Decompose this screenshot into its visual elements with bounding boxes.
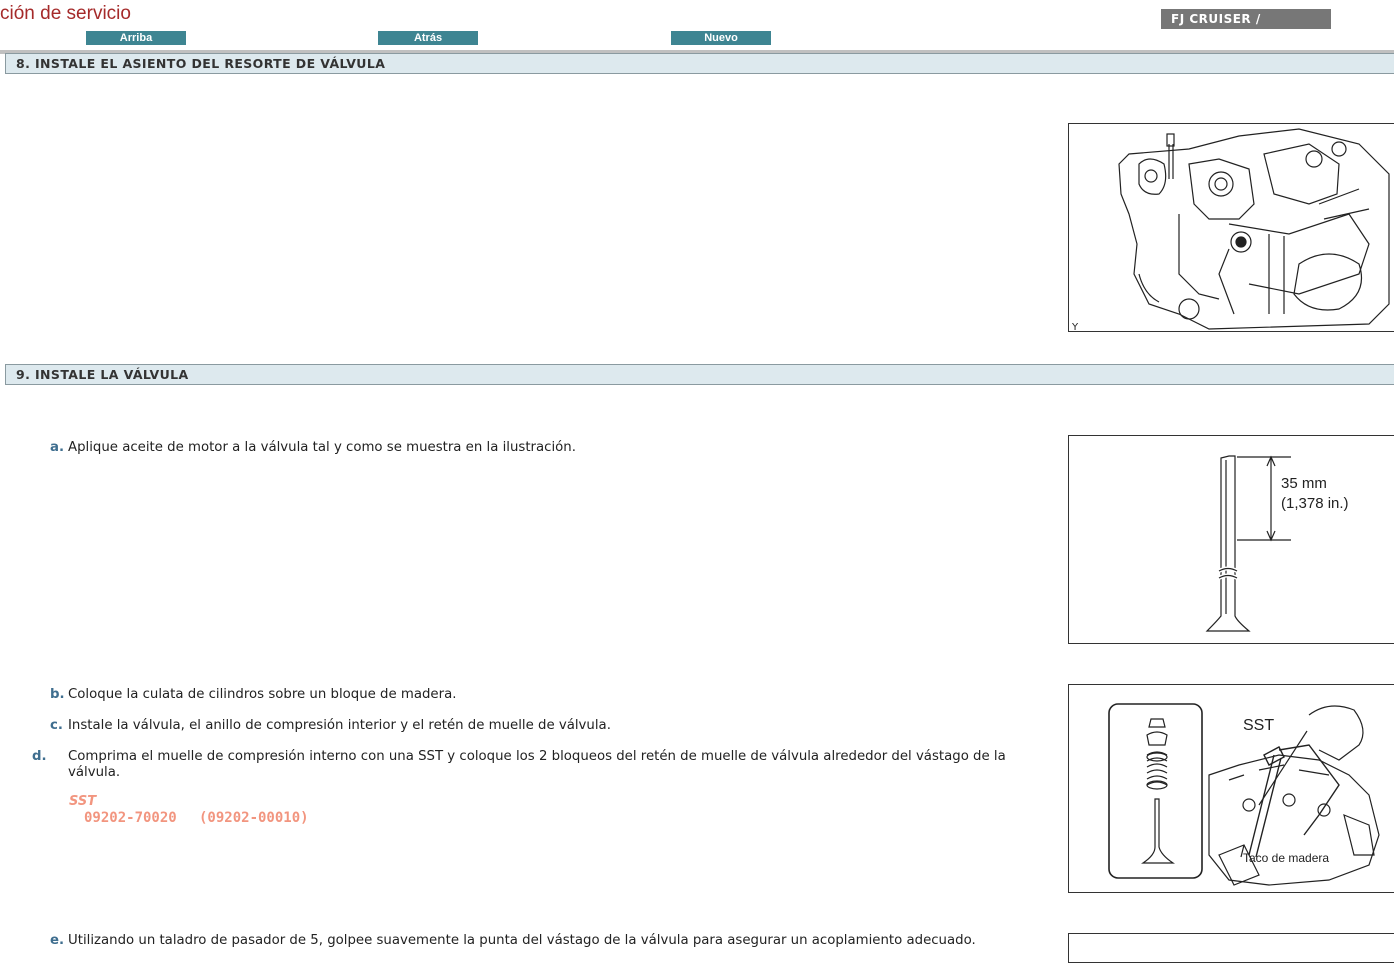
model-badge: FJ CRUISER / — [1161, 9, 1331, 29]
step-text: Comprima el muelle de compresión interno… — [68, 749, 1006, 780]
step-b: b. Coloque la culata de cilindros sobre u… — [50, 687, 1025, 703]
step-text: Coloque la culata de cilindros sobre un … — [68, 687, 457, 702]
sst-label: SST — [69, 794, 97, 809]
step-a: a. Aplique aceite de motor a la válvula t… — [50, 440, 1025, 456]
dimension-inch-label: (1,378 in.) — [1281, 495, 1349, 512]
valve-install-illustration: SST Taco de madera — [1108, 703, 1380, 886]
dimension-mm-label: 35 mm — [1281, 475, 1327, 492]
next-figure-partial — [1068, 933, 1394, 963]
sst-code-link[interactable]: 09202-70020 — [84, 810, 177, 826]
nav-new-button[interactable]: Nuevo — [671, 31, 771, 45]
step-letter: d. — [32, 749, 47, 764]
valve-illustration: 35 mm (1,378 in.) — [1205, 455, 1349, 632]
step-e: e. Utilizando un taladro de pasador de 5,… — [50, 933, 1025, 949]
section-9-header: 9. INSTALE LA VÁLVULA — [5, 364, 1394, 385]
valve-oil-figure: 35 mm (1,378 in.) — [1068, 435, 1394, 644]
step-letter: b. — [50, 687, 65, 702]
figure-1-corner-label: Y — [1071, 322, 1079, 332]
step-letter: a. — [50, 440, 65, 455]
step-c: c. Instale la válvula, el anillo de compr… — [50, 718, 1025, 734]
nav-up-button[interactable]: Arriba — [86, 31, 186, 45]
step-text: Instale la válvula, el anillo de compres… — [68, 718, 611, 733]
valve-install-sst-figure: SST Taco de madera — [1068, 684, 1394, 893]
wood-block-label: Taco de madera — [1243, 851, 1329, 865]
sst-tool-label: SST — [1243, 717, 1274, 734]
step-text: Utilizando un taladro de pasador de 5, g… — [68, 933, 976, 948]
step-letter: e. — [50, 933, 65, 948]
step-letter: c. — [50, 718, 63, 733]
step-d: d. Comprima el muelle de compresión inter… — [32, 749, 1033, 781]
document-title: ción de servicio — [0, 3, 131, 24]
section-8-header: 8. INSTALE EL ASIENTO DEL RESORTE DE VÁL… — [5, 53, 1394, 74]
step-text: Aplique aceite de motor a la válvula tal… — [68, 440, 576, 455]
nav-back-button[interactable]: Atrás — [378, 31, 478, 45]
sst-subcode-link[interactable]: (09202-00010) — [199, 810, 309, 826]
cylinder-head-illustration: Y — [1071, 128, 1390, 332]
cylinder-head-spring-seat-figure: Y — [1068, 123, 1394, 332]
